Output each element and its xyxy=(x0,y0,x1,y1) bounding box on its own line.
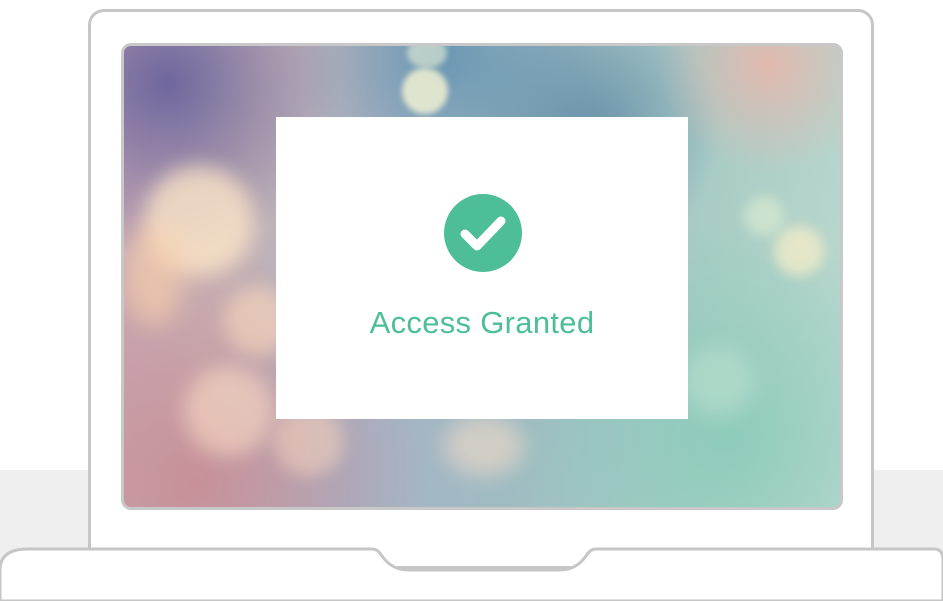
laptop-base-outline xyxy=(0,547,943,601)
bokeh-light xyxy=(402,68,448,114)
checkmark-icon xyxy=(460,216,506,251)
bokeh-light xyxy=(444,416,524,476)
bokeh-light xyxy=(184,366,274,456)
access-status-text: Access Granted xyxy=(369,305,595,340)
bokeh-light xyxy=(684,346,754,416)
access-dialog: Access Granted xyxy=(276,117,688,419)
check-circle-icon xyxy=(444,194,522,272)
laptop-illustration: Access Granted xyxy=(0,0,943,601)
bokeh-light xyxy=(774,226,824,276)
bokeh-light xyxy=(744,196,784,236)
bokeh-light xyxy=(124,226,184,326)
laptop-base xyxy=(0,547,943,601)
